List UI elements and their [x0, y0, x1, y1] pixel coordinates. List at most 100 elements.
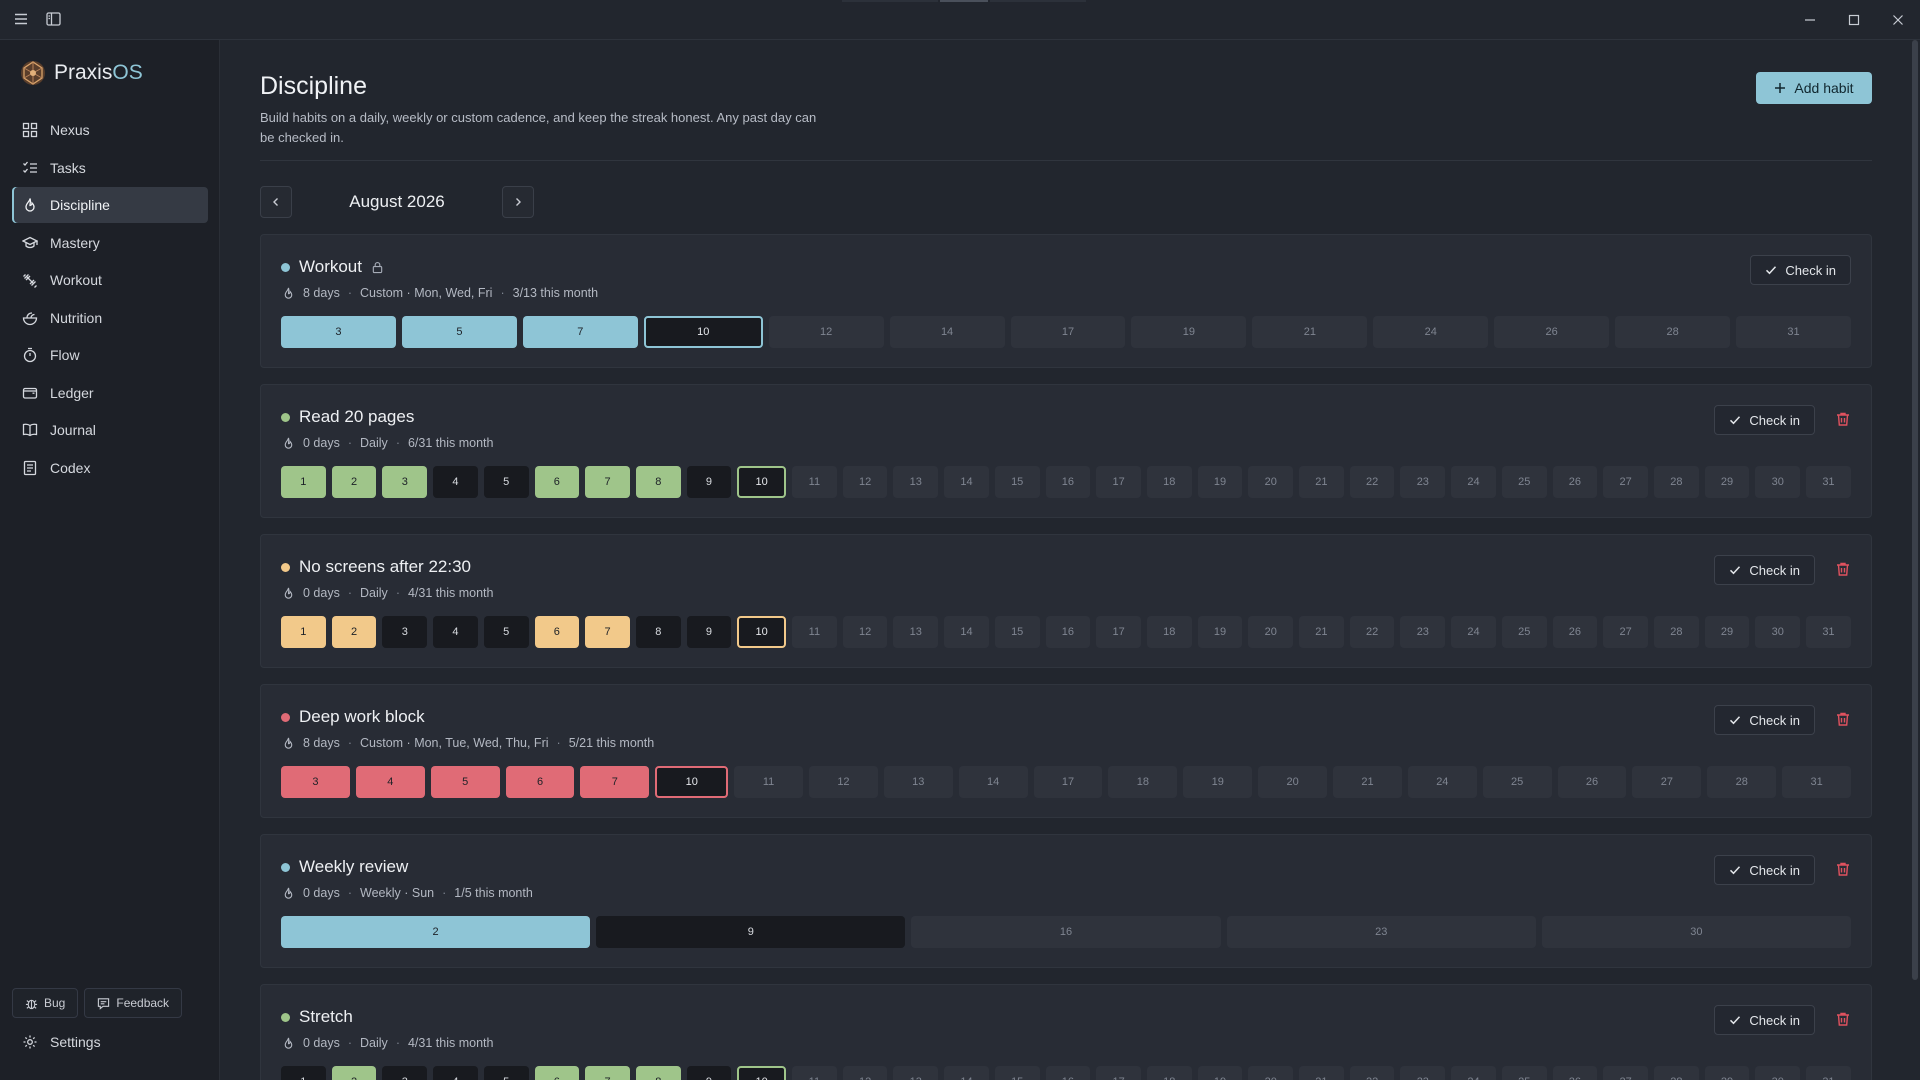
day-cell[interactable]: 16 [1045, 616, 1091, 648]
day-cell[interactable]: 30 [1755, 1066, 1801, 1080]
day-cell[interactable]: 30 [1755, 466, 1801, 498]
day-cell[interactable]: 18 [1108, 766, 1178, 798]
day-cell[interactable]: 17 [1010, 316, 1126, 348]
day-cell[interactable]: 13 [893, 466, 939, 498]
day-cell[interactable]: 27 [1603, 616, 1648, 648]
sidebar-item-workout[interactable]: Workout [12, 262, 208, 298]
day-cell[interactable]: 22 [1349, 1066, 1395, 1080]
day-cell[interactable]: 1 [281, 466, 326, 498]
day-cell[interactable]: 20 [1258, 766, 1328, 798]
day-cell[interactable]: 14 [944, 616, 989, 648]
scrollbar-thumb[interactable] [1912, 40, 1918, 980]
day-cell[interactable]: 26 [1552, 466, 1598, 498]
check-in-button[interactable]: Check in [1714, 555, 1815, 585]
day-cell[interactable]: 9 [686, 616, 732, 648]
day-cell[interactable]: 28 [1653, 616, 1699, 648]
day-cell[interactable]: 11 [734, 766, 804, 798]
day-cell[interactable]: 5 [401, 316, 517, 348]
day-cell[interactable]: 23 [1400, 1066, 1446, 1080]
day-cell[interactable]: 19 [1197, 616, 1243, 648]
habit-name[interactable]: Stretch [299, 1007, 353, 1027]
day-cell[interactable]: 24 [1407, 766, 1477, 798]
day-cell[interactable]: 20 [1248, 1066, 1294, 1080]
day-cell[interactable]: 2 [331, 1066, 377, 1080]
day-cell[interactable]: 9 [686, 466, 732, 498]
day-cell[interactable]: 6 [534, 616, 580, 648]
day-cell[interactable]: 26 [1552, 616, 1598, 648]
day-cell[interactable]: 16 [1045, 466, 1091, 498]
day-cell[interactable]: 3 [281, 316, 396, 348]
delete-habit-button[interactable] [1835, 1011, 1851, 1027]
sidebar-item-mastery[interactable]: Mastery [12, 225, 208, 261]
day-cell[interactable]: 7 [585, 1066, 630, 1080]
day-cell[interactable]: 14 [944, 466, 989, 498]
day-cell[interactable]: 20 [1248, 466, 1294, 498]
day-cell[interactable]: 18 [1146, 466, 1192, 498]
day-cell[interactable]: 10 [655, 766, 729, 798]
day-cell[interactable]: 19 [1197, 1066, 1243, 1080]
day-cell[interactable]: 27 [1603, 466, 1648, 498]
day-cell[interactable]: 21 [1299, 1066, 1344, 1080]
check-in-button[interactable]: Check in [1714, 405, 1815, 435]
day-cell[interactable]: 25 [1501, 616, 1547, 648]
day-cell[interactable]: 21 [1299, 466, 1344, 498]
day-cell[interactable]: 21 [1299, 616, 1344, 648]
day-cell[interactable]: 17 [1033, 766, 1103, 798]
day-cell[interactable]: 9 [596, 916, 906, 948]
day-cell[interactable]: 12 [842, 466, 888, 498]
day-cell[interactable]: 4 [355, 766, 425, 798]
day-cell[interactable]: 1 [281, 1066, 326, 1080]
day-cell[interactable]: 7 [585, 466, 630, 498]
sidebar-item-codex[interactable]: Codex [12, 450, 208, 486]
sidebar-item-nexus[interactable]: Nexus [12, 112, 208, 148]
day-cell[interactable]: 28 [1615, 316, 1731, 348]
check-in-button[interactable]: Check in [1750, 255, 1851, 285]
day-cell[interactable]: 10 [737, 1066, 787, 1080]
habit-name[interactable]: Read 20 pages [299, 407, 414, 427]
day-cell[interactable]: 25 [1501, 1066, 1547, 1080]
day-cell[interactable]: 11 [792, 1066, 837, 1080]
day-cell[interactable]: 15 [994, 1066, 1040, 1080]
habit-name[interactable]: Deep work block [299, 707, 425, 727]
brand[interactable]: PraxisOS [20, 60, 143, 86]
add-habit-button[interactable]: Add habit [1756, 72, 1872, 104]
day-cell[interactable]: 28 [1653, 1066, 1699, 1080]
day-cell[interactable]: 8 [635, 616, 681, 648]
check-in-button[interactable]: Check in [1714, 855, 1815, 885]
day-cell[interactable]: 14 [944, 1066, 989, 1080]
day-cell[interactable]: 15 [994, 466, 1040, 498]
sidebar-item-journal[interactable]: Journal [12, 412, 208, 448]
hamburger-menu-icon[interactable] [12, 10, 30, 28]
day-cell[interactable]: 12 [842, 1066, 888, 1080]
day-cell[interactable]: 2 [281, 916, 591, 948]
day-cell[interactable]: 6 [534, 1066, 580, 1080]
day-cell[interactable]: 17 [1096, 1066, 1141, 1080]
feedback-button[interactable]: Feedback [84, 988, 183, 1018]
habit-name[interactable]: Weekly review [299, 857, 408, 877]
day-cell[interactable]: 8 [635, 1066, 681, 1080]
day-cell[interactable]: 28 [1707, 766, 1777, 798]
main-scrollbar[interactable] [1910, 40, 1920, 980]
day-cell[interactable]: 7 [585, 616, 630, 648]
delete-habit-button[interactable] [1835, 861, 1851, 877]
day-cell[interactable]: 5 [483, 616, 529, 648]
day-cell[interactable]: 5 [430, 766, 500, 798]
day-cell[interactable]: 25 [1501, 466, 1547, 498]
day-cell[interactable]: 29 [1704, 616, 1750, 648]
sidebar-item-nutrition[interactable]: Nutrition [12, 300, 208, 336]
day-cell[interactable]: 26 [1557, 766, 1627, 798]
day-cell[interactable]: 14 [889, 316, 1005, 348]
sidebar-item-ledger[interactable]: Ledger [12, 375, 208, 411]
day-cell[interactable]: 29 [1704, 1066, 1750, 1080]
day-cell[interactable]: 3 [382, 1066, 428, 1080]
day-cell[interactable]: 21 [1252, 316, 1368, 348]
next-month-button[interactable] [502, 186, 534, 218]
day-cell[interactable]: 3 [382, 616, 428, 648]
tab-indicator[interactable] [990, 0, 1086, 2]
day-cell[interactable]: 11 [792, 466, 837, 498]
day-cell[interactable]: 20 [1248, 616, 1294, 648]
day-cell[interactable]: 22 [1349, 466, 1395, 498]
day-cell[interactable]: 31 [1736, 316, 1851, 348]
day-cell[interactable]: 30 [1755, 616, 1801, 648]
day-cell[interactable]: 22 [1349, 616, 1395, 648]
